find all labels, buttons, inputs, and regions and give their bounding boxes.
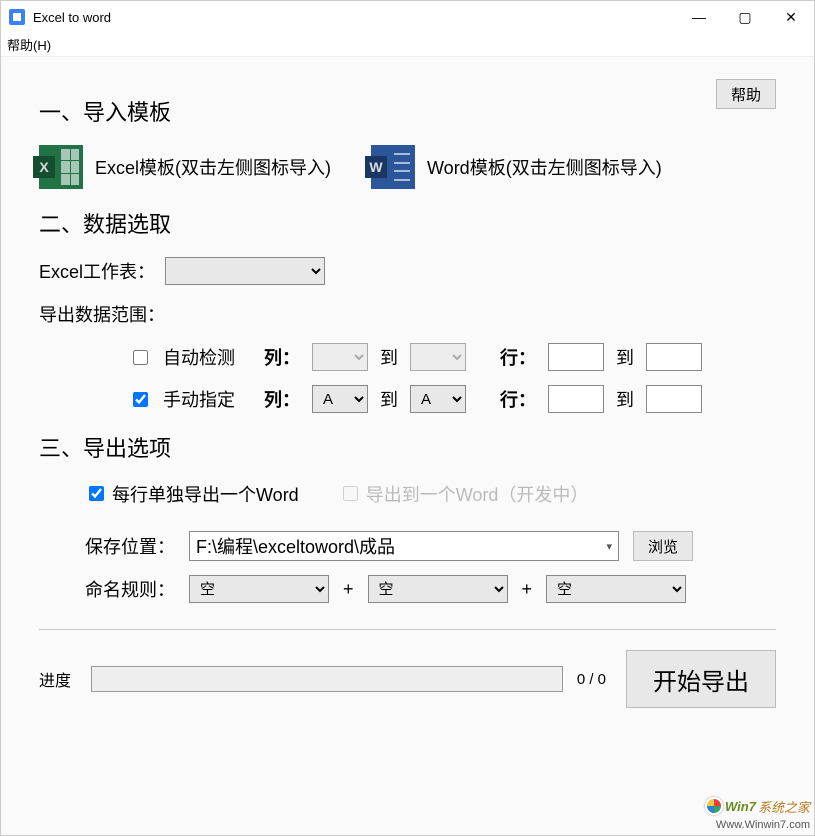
section3-heading: 三、导出选项: [39, 431, 776, 463]
save-path-value: F:\编程\exceltoword\成品: [196, 533, 395, 559]
worksheet-select[interactable]: [165, 257, 325, 285]
excel-icon-letter: X: [33, 156, 55, 178]
man-col-label: 列：: [264, 386, 300, 412]
name-part-3[interactable]: 空: [546, 575, 686, 603]
worksheet-label: Excel工作表：: [39, 258, 155, 284]
progress-text: 0 / 0: [577, 671, 606, 688]
close-button[interactable]: ✕: [768, 1, 814, 33]
auto-col-from: [312, 343, 368, 371]
titlebar: Excel to word — ▢ ✕: [1, 1, 814, 33]
worksheet-row: Excel工作表：: [39, 257, 776, 285]
single-file-label: 导出到一个Word（开发中）: [366, 485, 589, 505]
progress-label: 进度: [39, 667, 71, 691]
word-template-item: W Word模板(双击左侧图标导入): [371, 145, 662, 189]
menubar: 帮助(H): [1, 33, 814, 57]
man-col-to-label: 到: [380, 386, 398, 412]
section2-heading: 二、数据选取: [39, 207, 776, 239]
man-col-to[interactable]: A: [410, 385, 466, 413]
per-row-option: 每行单独导出一个Word: [85, 481, 299, 507]
save-path-row: 保存位置： F:\编程\exceltoword\成品 ▾ 浏览: [85, 531, 776, 561]
window-title: Excel to word: [33, 10, 111, 25]
manual-row: 手动指定 列： A 到 A 行： 到: [129, 385, 776, 413]
chevron-down-icon: ▾: [606, 540, 612, 553]
per-row-label: 每行单独导出一个Word: [112, 485, 299, 505]
word-icon[interactable]: W: [371, 145, 415, 189]
start-export-button[interactable]: 开始导出: [626, 650, 776, 708]
excel-icon[interactable]: X: [39, 145, 83, 189]
app-icon: [9, 9, 25, 25]
man-row-from[interactable]: [548, 385, 604, 413]
man-row-to[interactable]: [646, 385, 702, 413]
maximize-button[interactable]: ▢: [722, 1, 768, 33]
range-label: 导出数据范围：: [39, 301, 165, 327]
auto-row-from[interactable]: [548, 343, 604, 371]
name-part-2[interactable]: 空: [368, 575, 508, 603]
auto-detect-checkbox[interactable]: [133, 350, 148, 365]
auto-detect-label: 自动检测: [163, 344, 235, 370]
footer-row: 进度 0 / 0 开始导出: [39, 650, 776, 728]
per-row-checkbox[interactable]: [89, 486, 104, 501]
man-row-to-label: 到: [616, 386, 634, 412]
auto-col-to: [410, 343, 466, 371]
naming-rule-row: 命名规则： 空 + 空 + 空: [85, 575, 776, 603]
naming-rule-label: 命名规则：: [85, 576, 175, 602]
single-file-checkbox: [343, 486, 358, 501]
word-template-label: Word模板(双击左侧图标导入): [427, 154, 662, 180]
save-path-select[interactable]: F:\编程\exceltoword\成品 ▾: [189, 531, 619, 561]
auto-detect-row: 自动检测 列： 到 行： 到: [129, 343, 776, 371]
auto-row-to[interactable]: [646, 343, 702, 371]
single-file-option: 导出到一个Word（开发中）: [339, 481, 589, 507]
auto-row-to-label: 到: [616, 344, 634, 370]
manual-label: 手动指定: [163, 386, 235, 412]
manual-checkbox[interactable]: [133, 392, 148, 407]
man-row-label: 行：: [500, 386, 536, 412]
app-window: Excel to word — ▢ ✕ 帮助(H) 帮助 一、导入模板 X Ex…: [0, 0, 815, 836]
word-icon-letter: W: [365, 156, 387, 178]
templates-row: X Excel模板(双击左侧图标导入) W Word模板(双击左侧图标导入): [39, 145, 776, 189]
plus-2: +: [522, 579, 533, 600]
name-part-1[interactable]: 空: [189, 575, 329, 603]
menu-help[interactable]: 帮助(H): [7, 35, 51, 54]
export-mode-row: 每行单独导出一个Word 导出到一个Word（开发中）: [85, 481, 776, 507]
range-label-row: 导出数据范围：: [39, 301, 776, 327]
separator: [39, 629, 776, 630]
minimize-button[interactable]: —: [676, 1, 722, 33]
excel-template-label: Excel模板(双击左侧图标导入): [95, 154, 331, 180]
auto-row-label: 行：: [500, 344, 536, 370]
browse-button[interactable]: 浏览: [633, 531, 693, 561]
auto-col-to-label: 到: [380, 344, 398, 370]
content-area: 帮助 一、导入模板 X Excel模板(双击左侧图标导入) W Word模板(双…: [1, 57, 814, 835]
help-button[interactable]: 帮助: [716, 79, 776, 109]
man-col-from[interactable]: A: [312, 385, 368, 413]
excel-template-item: X Excel模板(双击左侧图标导入): [39, 145, 331, 189]
progress-bar: [91, 666, 563, 692]
auto-col-label: 列：: [264, 344, 300, 370]
save-path-label: 保存位置：: [85, 533, 175, 559]
section1-heading: 一、导入模板: [39, 95, 776, 127]
plus-1: +: [343, 579, 354, 600]
